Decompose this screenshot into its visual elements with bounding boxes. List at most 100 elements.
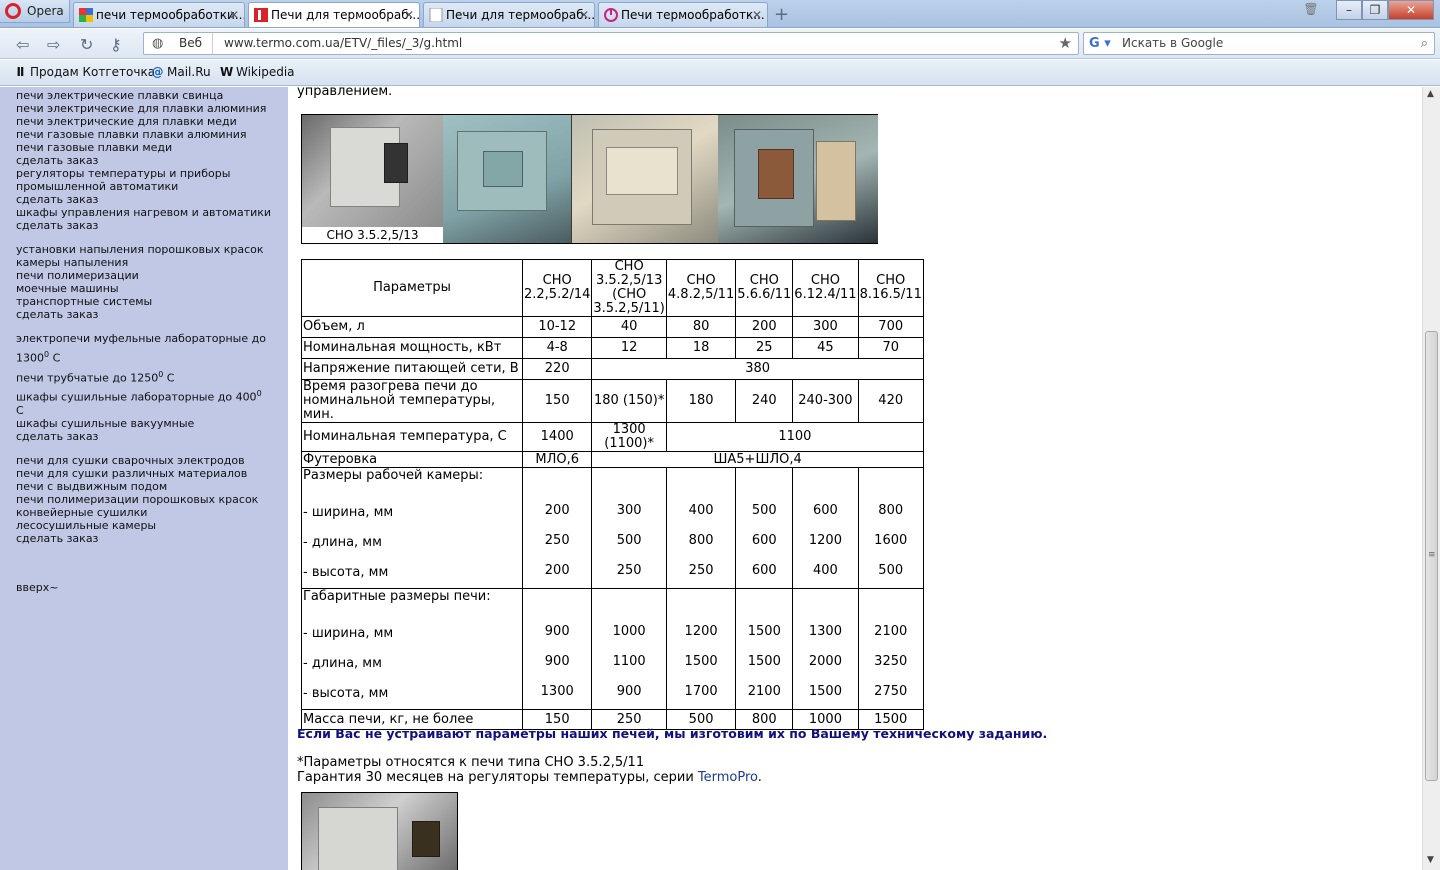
tab-1[interactable]: печи термообработки... ✕ bbox=[73, 2, 245, 27]
grip-icon: ≡ bbox=[1428, 550, 1436, 560]
sidebar-link[interactable]: печи газовые плавки меди bbox=[16, 141, 284, 154]
sidebar-link[interactable]: печи с выдвижным подом bbox=[16, 480, 284, 493]
close-tab-icon[interactable]: ✕ bbox=[404, 3, 414, 27]
table-row: Время разогрева печи до номинальной темпе… bbox=[301, 379, 924, 423]
tab-2[interactable]: Печи для термообраб... ✕ bbox=[248, 2, 420, 27]
sidebar-link[interactable]: сделать заказ bbox=[16, 308, 284, 321]
site-favicon-icon bbox=[254, 8, 268, 22]
warranty-note: Гарантия 30 месяцев на регуляторы темпер… bbox=[297, 770, 762, 785]
tab-4[interactable]: Печи термообработк... ✕ bbox=[598, 2, 768, 27]
key-icon[interactable]: ⚷ bbox=[110, 35, 122, 54]
google-favicon-icon bbox=[79, 8, 93, 22]
bookmark-star-icon[interactable]: ★ bbox=[1059, 33, 1072, 54]
power-favicon-icon bbox=[604, 8, 618, 22]
sidebar-link[interactable]: С bbox=[16, 404, 284, 417]
sidebar-link[interactable]: 13000 С bbox=[16, 348, 284, 365]
sidebar-link[interactable]: регуляторы температуры и приборы bbox=[16, 167, 284, 180]
footnote: *Параметры относятся к печи типа СНО 3.5… bbox=[297, 755, 645, 770]
table-row: Размеры рабочей камеры: - ширина, мм - д… bbox=[301, 467, 924, 589]
sidebar-link[interactable]: конвейерные сушилки bbox=[16, 506, 284, 519]
sidebar-link[interactable]: печи трубчатые до 12500 С bbox=[16, 368, 284, 385]
address-url[interactable]: www.termo.com.ua/ETV/_files/_3/g.html bbox=[224, 33, 462, 54]
sidebar-link[interactable]: лесосушильные камеры bbox=[16, 519, 284, 532]
scroll-down-icon[interactable]: ▼ bbox=[1427, 855, 1434, 865]
table-row: Футеровка МЛО,6 ША5+ШЛО,4 bbox=[301, 451, 924, 468]
close-tab-icon[interactable]: ✕ bbox=[752, 3, 762, 27]
sidebar-link[interactable]: сделать заказ bbox=[16, 219, 284, 232]
close-tab-icon[interactable]: ✕ bbox=[229, 3, 239, 27]
sidebar-link[interactable]: шкафы управления нагревом и автоматики bbox=[16, 206, 284, 219]
specifications-table: Параметры СНО 2.2,5.2/14 СНО 3.5.2,5/13 (СН… bbox=[301, 259, 924, 730]
sidebar-link[interactable]: сделать заказ bbox=[16, 430, 284, 443]
address-bar[interactable]: ◍ Веб www.termo.com.ua/ETV/_files/_3/g.h… bbox=[143, 32, 1079, 55]
at-icon: @ bbox=[151, 65, 164, 79]
sidebar-link[interactable]: печи для сушки сварочных электродов bbox=[16, 454, 284, 467]
furnace-photo bbox=[302, 115, 443, 227]
sidebar-link[interactable]: сделать заказ bbox=[16, 154, 284, 167]
sidebar-link[interactable]: шкафы сушильные вакуумные bbox=[16, 417, 284, 430]
bookmark-item[interactable]: W Wikipedia bbox=[220, 60, 295, 85]
bookmarks-bar: Ⅱ Продам Котгеточка @ Mail.Ru W Wikipedia bbox=[0, 60, 1440, 86]
sidebar-link[interactable]: печи электрические для плавки меди bbox=[16, 115, 284, 128]
sidebar-link[interactable]: печи электрические для плавки алюминия bbox=[16, 102, 284, 115]
sidebar-link[interactable]: шкафы сушильные лабораторные до 4000 bbox=[16, 387, 284, 404]
trash-icon[interactable]: 🗑 bbox=[1300, 0, 1322, 20]
table-row: Номинальная температура, С 1400 1300 (1100… bbox=[301, 422, 924, 452]
sidebar-link[interactable]: печи для сушки различных материалов bbox=[16, 467, 284, 480]
vertical-scrollbar[interactable]: ▲ ≡ ▼ bbox=[1422, 87, 1440, 870]
close-tab-icon[interactable]: ✕ bbox=[579, 3, 589, 27]
close-window-button[interactable]: ✕ bbox=[1388, 0, 1434, 20]
bookmark-item[interactable]: Ⅱ Продам Котгеточка bbox=[14, 60, 156, 85]
table-header: СНО 5.6.6/11 bbox=[735, 259, 794, 317]
sidebar-link[interactable]: сделать заказ bbox=[16, 193, 284, 206]
custom-order-note: Если Вас не устраивают параметры наших п… bbox=[297, 726, 1048, 741]
intro-text: управлением. bbox=[297, 87, 393, 99]
search-icon[interactable]: ⌕ bbox=[1421, 33, 1428, 54]
table-header: СНО 8.16.5/11 bbox=[857, 259, 924, 317]
table-header: СНО 6.12.4/11 bbox=[792, 259, 859, 317]
tab-bar: Opera печи термообработки... ✕ Печи для … bbox=[0, 0, 1440, 28]
reload-icon[interactable]: ↻ bbox=[80, 35, 93, 54]
tab-3[interactable]: Печи для термообраб... ✕ bbox=[423, 2, 595, 27]
sidebar: печи электрические плавки свинца печи эле… bbox=[0, 87, 288, 870]
sidebar-link[interactable]: промышленной автоматики bbox=[16, 180, 284, 193]
sidebar-link[interactable]: печи полимеризации порошковых красок bbox=[16, 493, 284, 506]
opera-logo-icon bbox=[5, 3, 21, 19]
table-row: Габаритные размеры печи: - ширина, мм - … bbox=[301, 588, 924, 710]
maximize-button[interactable]: ❐ bbox=[1362, 0, 1388, 20]
new-tab-button[interactable]: + bbox=[774, 4, 789, 25]
furnace-photo bbox=[718, 115, 878, 243]
furnace-photos: СНО 3.5.2,5/13 bbox=[301, 114, 878, 244]
minimize-button[interactable]: – bbox=[1336, 0, 1362, 20]
photo-caption: СНО 3.5.2,5/13 bbox=[302, 227, 443, 243]
table-row: Номинальная мощность, кВт 4-8 12 18 25 45 70 bbox=[301, 337, 924, 359]
back-icon[interactable]: ⇦ bbox=[16, 35, 29, 54]
sidebar-link[interactable]: камеры напыления bbox=[16, 256, 284, 269]
sidebar-link[interactable]: транспортные системы bbox=[16, 295, 284, 308]
furnace-photo bbox=[572, 115, 718, 243]
bookmark-item[interactable]: @ Mail.Ru bbox=[151, 60, 211, 85]
sidebar-link[interactable]: установки напыления порошковых красок bbox=[16, 243, 284, 256]
table-header: СНО 3.5.2,5/13 (СНО 3.5.2,5/11) bbox=[591, 259, 667, 317]
sidebar-link[interactable]: печи газовые плавки плавки алюминия bbox=[16, 128, 284, 141]
opera-menu-button[interactable]: Opera bbox=[0, 0, 70, 23]
furnace-photo-bottom bbox=[301, 792, 458, 870]
bookmark-icon: Ⅱ bbox=[16, 65, 25, 79]
sidebar-link[interactable]: моечные машины bbox=[16, 282, 284, 295]
search-input[interactable]: Искать в Google bbox=[1122, 33, 1223, 54]
termopro-link[interactable]: TermoPro bbox=[698, 770, 758, 785]
sidebar-link[interactable]: печи электрические плавки свинца bbox=[16, 89, 284, 102]
up-link[interactable]: вверх~ bbox=[16, 581, 284, 594]
sidebar-link[interactable]: печи полимеризации bbox=[16, 269, 284, 282]
forward-icon[interactable]: ⇨ bbox=[47, 35, 60, 54]
sidebar-link[interactable]: сделать заказ bbox=[16, 532, 284, 545]
blank-page-icon bbox=[429, 8, 443, 22]
table-header: СНО 4.8.2,5/11 bbox=[665, 259, 737, 317]
google-search-icon: G ▾ bbox=[1089, 36, 1111, 51]
address-scope[interactable]: Веб bbox=[169, 33, 214, 54]
search-box[interactable]: G ▾ Искать в Google ⌕ bbox=[1083, 32, 1435, 55]
wikipedia-icon: W bbox=[220, 65, 234, 79]
table-header: СНО 2.2,5.2/14 bbox=[521, 259, 593, 317]
scroll-up-icon[interactable]: ▲ bbox=[1427, 89, 1434, 99]
sidebar-link[interactable]: электропечи муфельные лабораторные до bbox=[16, 332, 284, 345]
